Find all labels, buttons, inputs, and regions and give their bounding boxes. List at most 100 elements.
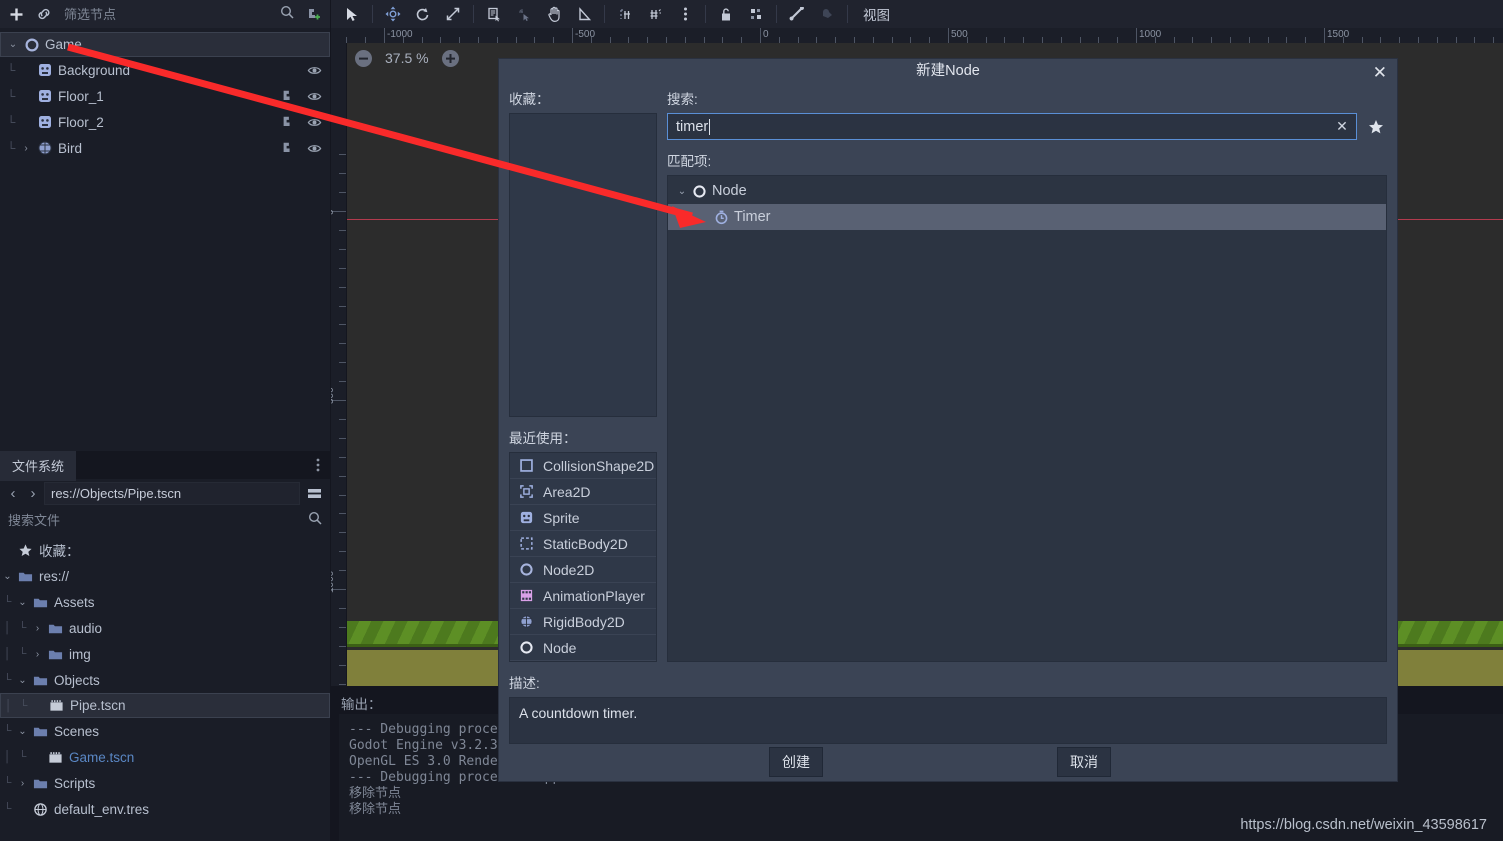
scene-tree[interactable]: ⌄ Game └ Background └ Floor_1 └ Floor_2 └ › Bird [0,28,330,161]
chevron-right-icon[interactable]: › [15,778,30,789]
scale-icon[interactable] [438,1,468,27]
ruler-tick [339,437,346,439]
matches-label: 匹配项: [667,154,712,169]
eye-icon[interactable] [307,63,322,78]
chevron-down-icon[interactable]: ⌄ [15,675,30,686]
scene-node-row[interactable]: ⌄ Game [0,32,330,57]
eye-icon[interactable] [307,115,322,130]
recent-node-item[interactable]: Sprite [510,505,656,531]
recent-node-label: Sprite [543,509,580,526]
filesystem-search-input[interactable] [8,512,308,528]
recent-node-item[interactable]: Node [510,635,656,661]
chevron-down-icon[interactable]: ⌄ [15,726,30,737]
favorites-list[interactable] [509,113,657,417]
chevron-right-icon[interactable]: › [30,649,45,660]
path-field[interactable]: res://Objects/Pipe.tscn [44,481,300,505]
rotate-icon[interactable] [408,1,438,27]
recent-node-item[interactable]: RigidBody2D [510,609,656,635]
description-box: A countdown timer. [509,697,1387,744]
kebab-menu-icon[interactable] [316,458,320,474]
filesystem-row[interactable]: │ └ › audio [0,615,330,641]
chevron-down-icon[interactable]: ⌄ [15,597,30,608]
recent-node-item[interactable]: StaticBody2D [510,531,656,557]
link-icon[interactable] [30,1,58,27]
ruler-label: 0 [763,29,769,40]
recent-node-item[interactable]: Node2D [510,557,656,583]
scene-node-label: Background [58,62,131,78]
move-icon[interactable] [378,1,408,27]
scene-node-row[interactable]: └ Floor_1 [0,83,330,109]
recent-node-item[interactable]: Area2D [510,479,656,505]
zoom-out-icon[interactable] [353,48,373,68]
filesystem-row[interactable]: │ └ Pipe.tscn [0,693,330,718]
close-icon[interactable]: ✕ [1373,64,1387,81]
lock-icon[interactable] [711,1,741,27]
ruler-tick [339,192,346,194]
plus-icon[interactable] [2,1,30,27]
match-row[interactable]: └ Timer [668,204,1386,230]
filesystem-row[interactable]: └ ⌄ Assets [0,589,330,615]
horizontal-ruler[interactable]: -1000 -500 0 500 1000 1500 [331,28,1503,43]
snap-options-icon[interactable] [670,1,700,27]
filesystem-row[interactable]: │ └ › img [0,641,330,667]
smart-snap-icon[interactable] [640,1,670,27]
ruler-label: -500 [575,29,596,40]
ruler-tick [339,286,346,288]
filesystem-row[interactable]: └ › Scripts [0,770,330,796]
scene-node-row[interactable]: └ Floor_2 [0,109,330,135]
filesystem-row[interactable]: └ ⌄ Objects [0,667,330,693]
search-icon[interactable] [308,511,322,530]
script-icon[interactable] [281,141,295,155]
view-menu[interactable]: 视图 [853,4,900,24]
chevron-right-icon[interactable]: › [30,623,45,634]
cancel-button[interactable]: 取消 [1057,747,1111,778]
filesystem-row[interactable]: └ ⌄ Scenes [0,718,330,744]
filesystem-search-box[interactable] [2,508,328,532]
filesystem-row[interactable]: 收藏： [0,537,330,563]
recent-node-item[interactable]: CollisionShape2D [510,453,656,479]
snap-icon[interactable] [509,1,539,27]
node-search-field[interactable]: timer ✕ [667,113,1357,140]
matches-tree[interactable]: ⌄ Node └ Timer [667,175,1387,662]
filesystem-row[interactable]: └ default_env.tres [0,796,330,822]
zoom-in-icon[interactable] [441,48,461,68]
pan-icon[interactable] [539,1,569,27]
filesystem-tree[interactable]: 收藏： ⌄ res://└ ⌄ Assets │ └ › audio │ └ › img └ ⌄ Object… [0,534,330,822]
bone-icon[interactable] [782,1,812,27]
filesystem-row[interactable]: ⌄ res:// [0,563,330,589]
instance-scene-icon[interactable] [300,1,328,27]
scene-filter-box[interactable] [60,3,298,25]
scene-node-row[interactable]: └ Background [0,57,330,83]
match-row[interactable]: ⌄ Node [668,178,1386,204]
tab-filesystem[interactable]: 文件系统 [0,450,77,481]
scene-filter-input[interactable] [64,6,280,22]
sprite-icon [34,114,56,130]
description-label: 描述: [509,676,540,691]
chevron-left-icon[interactable]: ‹ [4,485,22,502]
create-button[interactable]: 创建 [769,747,823,778]
script-icon[interactable] [281,115,295,129]
scene-node-row[interactable]: └ › Bird [0,135,330,161]
filesystem-label: Objects [54,672,100,688]
clear-x-icon[interactable]: ✕ [1332,116,1352,137]
chevron-right-icon[interactable]: › [24,485,42,502]
filesystem-row[interactable]: │ └ Game.tscn [0,744,330,770]
eye-icon[interactable] [307,141,322,156]
skeleton-icon[interactable] [812,1,842,27]
eye-icon[interactable] [307,89,322,104]
recent-used-list[interactable]: CollisionShape2D Area2D Sprite StaticBody2D… [509,452,657,662]
snap-toggle-icon[interactable] [610,1,640,27]
chevron-down-icon[interactable]: ⌄ [674,186,690,197]
list-select-icon[interactable] [479,1,509,27]
chevron-right-icon[interactable]: › [18,143,34,154]
star-icon[interactable] [1365,119,1387,135]
script-icon[interactable] [281,89,295,103]
group-icon[interactable] [741,1,771,27]
chevron-down-icon[interactable]: ⌄ [0,571,15,582]
search-icon[interactable] [280,5,294,24]
ruler-icon[interactable] [569,1,599,27]
split-mode-icon[interactable] [302,482,326,504]
recent-node-item[interactable]: AnimationPlayer [510,583,656,609]
select-pointer-icon[interactable] [337,1,367,27]
chevron-down-icon[interactable]: ⌄ [5,39,21,50]
